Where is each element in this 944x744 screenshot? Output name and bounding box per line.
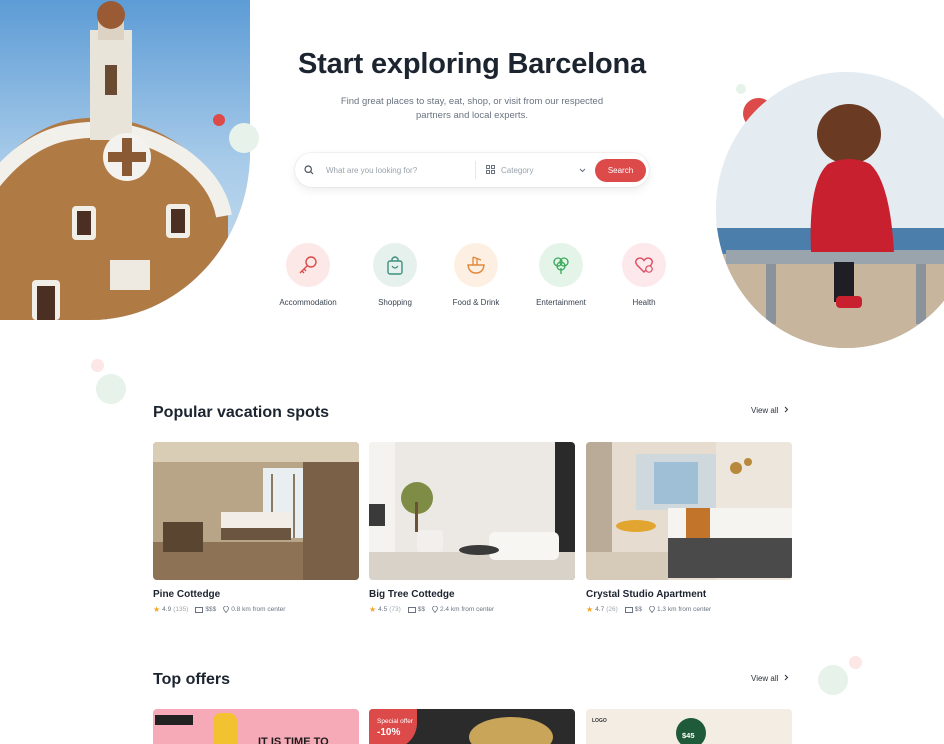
card-price-group: $$ [407,606,426,613]
offer-price: $45 [682,731,695,740]
category-label: Accommodation [279,298,337,307]
view-all-label: View all [751,406,779,415]
search-bar: Category Search [295,153,649,187]
category-health[interactable]: Health [604,243,684,307]
tree-icon [539,243,583,287]
card-price: $$ [634,606,643,613]
card-meta: ★ 4.5 (73) $$ 2.4 km from center [369,605,575,614]
card-reviews: (135) [173,606,189,613]
search-icon [304,165,326,175]
offer-image-plate [469,717,553,744]
decor-dot [736,84,746,94]
grid-icon [486,164,495,176]
star-icon: ★ [586,605,594,614]
location-pin-icon [223,606,230,613]
category-shopping[interactable]: Shopping [355,243,435,307]
price-tag-icon [624,606,633,613]
category-food-drink[interactable]: Food & Drink [436,243,516,307]
card-title: Pine Cottedge [153,589,221,600]
page-title: Start exploring Barcelona [298,48,646,80]
decor-dot [229,123,259,153]
offer-figure [213,713,237,744]
popular-section-title: Popular vacation spots [153,404,330,421]
card-distance-group: 0.8 km from center [223,606,285,613]
category-entertainment[interactable]: Entertainment [521,243,601,307]
popular-view-all-link[interactable]: View all [751,406,789,415]
offer-card[interactable]: Special offer -10% [369,709,575,744]
card-rating: 4.7 [595,606,605,613]
shopping-bag-icon [373,243,417,287]
card-price-group: $$$ [195,606,216,613]
offer-discount: -10% [377,727,401,738]
price-tag-icon [195,606,204,613]
search-button[interactable]: Search [595,158,646,182]
card-distance-group: 1.3 km from center [649,606,711,613]
card-distance: 2.4 km from center [440,606,495,613]
search-divider [475,161,476,179]
star-icon: ★ [369,605,377,614]
decor-dot [213,114,225,126]
search-input[interactable] [326,165,471,175]
category-label: Health [632,298,656,307]
heart-icon [622,243,666,287]
card-price: $$ [417,606,426,613]
vacation-card[interactable]: Big Tree Cottedge ★ 4.5 (73) $$ 2.4 km f… [369,442,575,614]
card-price-group: $$ [624,606,643,613]
category-accommodation[interactable]: Accommodation [268,243,348,307]
chevron-down-icon [579,166,586,175]
card-rating: 4.9 [162,606,172,613]
offers-section-title: Top offers [153,671,231,688]
category-label: Food & Drink [452,298,500,307]
decor-dot [849,656,862,669]
card-reviews: (26) [606,606,618,613]
card-rating: 4.5 [378,606,388,613]
offer-headline: IT IS TIME TO [258,736,329,744]
category-label: Entertainment [536,298,586,307]
hero-subtitle: Find great places to stay, eat, shop, or… [340,96,604,121]
card-distance-group: 2.4 km from center [432,606,494,613]
card-price: $$$ [205,606,217,613]
card-meta: ★ 4.9 (135) $$$ 0.8 km from center [153,605,359,614]
decor-dot [91,359,104,372]
card-title: Crystal Studio Apartment [586,589,707,600]
offer-logo: LOGO [592,718,607,724]
category-label: Shopping [378,298,412,307]
card-title: Big Tree Cottedge [369,589,455,600]
decor-dot [96,374,126,404]
star-icon: ★ [153,605,161,614]
location-pin-icon [432,606,438,613]
offer-tag: Special offer [377,718,414,725]
vacation-card[interactable]: Crystal Studio Apartment ★ 4.7 (26) $$ 1… [586,442,792,614]
card-distance: 0.8 km from center [231,606,286,613]
category-select[interactable]: Category [486,164,586,176]
card-image [369,442,575,580]
key-icon [286,243,330,287]
location-pin-icon [649,606,655,613]
offer-card[interactable]: IT IS TIME TO [153,709,359,744]
card-image [153,442,359,580]
category-select-label: Category [501,165,534,175]
decor-dot [818,665,848,695]
view-all-label: View all [751,674,779,683]
card-meta: ★ 4.7 (26) $$ 1.3 km from center [586,605,792,614]
card-image [586,442,792,580]
vacation-card[interactable]: Pine Cottedge ★ 4.9 (135) $$$ 0.8 km fro… [153,442,359,614]
noodles-icon [454,243,498,287]
price-tag-icon [407,606,416,613]
offer-logo [155,715,193,725]
offers-view-all-link[interactable]: View all [751,674,789,683]
offer-card[interactable]: LOGO $45 [586,709,792,744]
chevron-right-icon [784,406,789,415]
card-reviews: (73) [389,606,401,613]
card-distance: 1.3 km from center [657,606,712,613]
chevron-right-icon [784,674,789,683]
